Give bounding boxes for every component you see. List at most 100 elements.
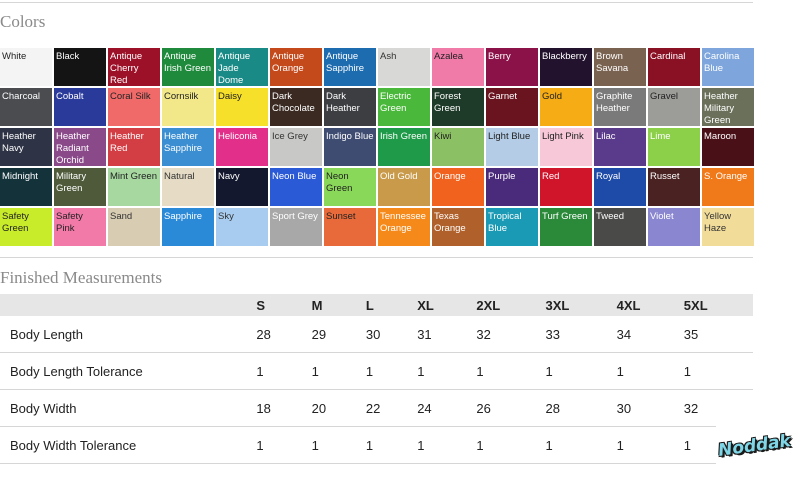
row-label: Body Length Tolerance <box>0 352 257 390</box>
color-swatch: Kiwi <box>432 128 484 166</box>
measurement-cell: 26 <box>476 389 546 427</box>
color-swatch: Daisy <box>216 88 268 126</box>
color-swatch: S. Orange <box>702 168 754 206</box>
measurement-cell: 29 <box>311 316 366 353</box>
color-swatch: Gold <box>540 88 592 126</box>
color-swatch: Antique Irish Green <box>162 48 214 86</box>
size-header-5xl: 5XL <box>683 294 753 316</box>
header-blank-cell <box>0 294 257 316</box>
color-swatch: Sky <box>216 208 268 246</box>
measurement-cell: 24 <box>417 389 477 427</box>
color-swatch: Blackberry <box>540 48 592 86</box>
color-swatch: Antique Sapphire <box>324 48 376 86</box>
color-swatch: Brown Savana <box>594 48 646 86</box>
measurement-cell: 1 <box>545 352 617 390</box>
measurement-cell: 1 <box>476 352 546 390</box>
color-swatch: Violet <box>648 208 700 246</box>
color-swatch: Heather Sapphire <box>162 128 214 166</box>
colors-divider <box>0 257 753 258</box>
measurement-cell: 22 <box>365 389 418 427</box>
color-swatch: Forest Green <box>432 88 484 126</box>
size-header-3xl: 3XL <box>545 294 617 316</box>
measurement-cell: 35 <box>683 316 753 353</box>
color-swatch: Light Pink <box>540 128 592 166</box>
measurement-cell: 1 <box>256 426 312 464</box>
measurement-cell: 28 <box>256 316 312 353</box>
color-swatch: Sunset <box>324 208 376 246</box>
color-swatch: Antique Orange <box>270 48 322 86</box>
measurement-cell: 1 <box>365 426 418 464</box>
table-row: Body Width 18 20 22 24 26 28 30 32 <box>0 389 753 427</box>
measurement-cell: 30 <box>616 389 684 427</box>
color-swatch: Sapphire <box>162 208 214 246</box>
measurement-cell: 18 <box>256 389 312 427</box>
measurement-cell: 1 <box>311 352 366 390</box>
table-row: Body Width Tolerance 1 1 1 1 1 1 1 1 <box>0 426 753 464</box>
measurement-cell: 31 <box>417 316 477 353</box>
measurement-cell: 1 <box>417 426 477 464</box>
measurement-cell: 1 <box>616 352 684 390</box>
measurements-body: Body Length 28 29 30 31 32 33 34 35 Body Length T… <box>0 316 753 464</box>
color-swatch: Russet <box>648 168 700 206</box>
row-label: Body Width Tolerance <box>0 426 257 464</box>
color-swatch: Neon Blue <box>270 168 322 206</box>
color-swatch: Purple <box>486 168 538 206</box>
size-header-row: S M L XL 2XL 3XL 4XL 5XL <box>0 294 753 316</box>
color-swatch: Safety Green <box>0 208 52 246</box>
logo-text: Noddak <box>717 431 793 461</box>
color-swatch: Natural <box>162 168 214 206</box>
color-swatch: Garnet <box>486 88 538 126</box>
color-swatch: Heliconia <box>216 128 268 166</box>
color-swatch: Safety Pink <box>54 208 106 246</box>
color-swatch: Irish Green <box>378 128 430 166</box>
measurement-cell: 34 <box>616 316 684 353</box>
size-header-m: M <box>311 294 366 316</box>
color-swatch: Cardinal <box>648 48 700 86</box>
color-swatch: Turf Green <box>540 208 592 246</box>
color-swatch: Cornsilk <box>162 88 214 126</box>
color-swatch: Graphite Heather <box>594 88 646 126</box>
noddak-logo: Noddak <box>716 420 794 472</box>
measurement-cell: 32 <box>476 316 546 353</box>
size-header-l: L <box>365 294 418 316</box>
color-swatch: Tweed <box>594 208 646 246</box>
color-swatch: Ice Grey <box>270 128 322 166</box>
size-header-s: S <box>256 294 312 316</box>
measurement-cell: 28 <box>545 389 617 427</box>
colors-heading: Colors <box>0 12 46 31</box>
measurement-cell: 30 <box>365 316 418 353</box>
color-swatch: Neon Green <box>324 168 376 206</box>
color-swatch: Royal <box>594 168 646 206</box>
color-swatch: Heather Red <box>108 128 160 166</box>
color-swatch: Gravel <box>648 88 700 126</box>
color-swatch: Dark Heather <box>324 88 376 126</box>
color-swatch: Orange <box>432 168 484 206</box>
color-swatch: Lilac <box>594 128 646 166</box>
measurement-cell: 1 <box>616 426 684 464</box>
color-swatch: Mint Green <box>108 168 160 206</box>
size-header-2xl: 2XL <box>476 294 546 316</box>
color-swatch: Maroon <box>702 128 754 166</box>
color-swatch: Cobalt <box>54 88 106 126</box>
measurement-cell: 1 <box>417 352 477 390</box>
color-swatch: Antique Jade Dome <box>216 48 268 86</box>
color-swatch: Military Green <box>54 168 106 206</box>
size-header-4xl: 4XL <box>616 294 684 316</box>
color-swatch: Sport Grey <box>270 208 322 246</box>
row-label: Body Length <box>0 316 257 353</box>
color-swatch: Berry <box>486 48 538 86</box>
color-swatch: Azalea <box>432 48 484 86</box>
table-row: Body Length Tolerance 1 1 1 1 1 1 1 1 <box>0 352 753 390</box>
top-divider <box>0 2 753 3</box>
color-swatch: Charcoal <box>0 88 52 126</box>
measurement-cell: 1 <box>311 426 366 464</box>
measurement-cell: 1 <box>365 352 418 390</box>
color-swatch: Navy <box>216 168 268 206</box>
measurement-cell: 1 <box>256 352 312 390</box>
color-swatch: Ash <box>378 48 430 86</box>
table-row: Body Length 28 29 30 31 32 33 34 35 <box>0 316 753 353</box>
color-swatch: Sand <box>108 208 160 246</box>
color-swatch: Midnight <box>0 168 52 206</box>
color-swatch: Light Blue <box>486 128 538 166</box>
color-swatch: Black <box>54 48 106 86</box>
